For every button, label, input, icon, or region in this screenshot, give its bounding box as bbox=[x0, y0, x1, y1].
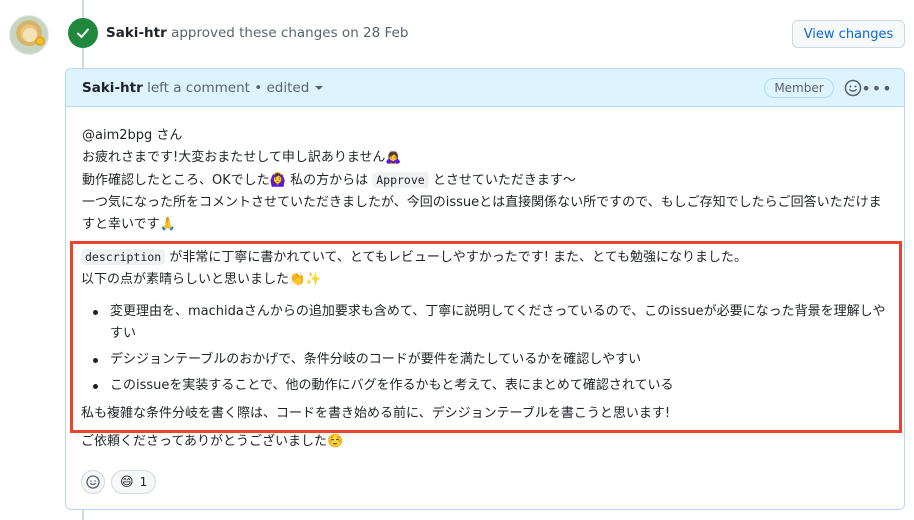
body-line-3: 一つ気になった所をコメントさせていただきましたが、今回のissueとは直接関係な… bbox=[82, 195, 882, 232]
comment-header: Saki-htr left a comment • edited Member … bbox=[66, 69, 904, 107]
highlighted-section: description が非常に丁寧に書かれていて、とてもレビューしやすかったで… bbox=[81, 246, 893, 425]
inline-code-approve: Approve bbox=[372, 172, 429, 188]
comment-author: Saki-htr left a comment • edited bbox=[82, 80, 324, 96]
highlight-line-2: 以下の点が素晴らしいと思いました👏✨ bbox=[81, 272, 322, 287]
inline-code-description: description bbox=[81, 249, 166, 265]
bullet-list: 変更理由を、machidaさんからの追加要求も含めて、丁寧に説明してくださってい… bbox=[81, 301, 893, 397]
body-line-2: 動作確認したところ、OKでした🙆‍♀️ 私の方からは Approve とさせてい… bbox=[82, 169, 894, 192]
comment-meta[interactable]: left a comment • edited bbox=[147, 80, 309, 96]
highlight-line-1: description が非常に丁寧に書かれていて、とてもレビューしやすかったで… bbox=[81, 246, 893, 269]
member-badge: Member bbox=[764, 78, 834, 98]
approval-text: approved these changes on 28 Feb bbox=[171, 25, 409, 41]
smiley-icon[interactable] bbox=[843, 78, 863, 98]
check-icon bbox=[68, 18, 98, 48]
approval-event: Saki-htr approved these changes on 28 Fe… bbox=[106, 25, 408, 41]
list-item: デシジョンテーブルのおかげで、条件分岐のコードが要件を満たしているかを確認しやす… bbox=[81, 349, 893, 371]
approver-username[interactable]: Saki-htr bbox=[106, 25, 167, 41]
reaction-smile[interactable]: 😄 1 bbox=[111, 470, 157, 494]
view-changes-button[interactable]: View changes bbox=[792, 20, 905, 48]
body-line-2-tail: とさせていただきます〜 bbox=[432, 173, 576, 188]
kebab-menu-icon[interactable]: ••• bbox=[861, 78, 891, 98]
body-line-1: お疲れさまです!大変おまたせして申し訳ありません🙇‍♀️ bbox=[82, 150, 402, 165]
final-line: ご依頼くださってありがとうございました☺️ bbox=[81, 434, 344, 449]
body-line-2-text: 動作確認したところ、OKでした🙆‍♀️ 私の方からは bbox=[82, 173, 369, 188]
greeting: @aim2bpg さん bbox=[82, 128, 183, 143]
reactions-bar: 😄 1 bbox=[81, 470, 157, 494]
smiley-add-icon[interactable] bbox=[81, 470, 105, 494]
list-item: 変更理由を、machidaさんからの追加要求も含めて、丁寧に説明してくださってい… bbox=[81, 301, 893, 345]
reaction-emoji: 😄 bbox=[120, 474, 134, 490]
chevron-down-icon[interactable] bbox=[315, 86, 324, 90]
avatar[interactable] bbox=[9, 15, 49, 55]
closing-line: 私も複雑な条件分岐を書く際は、コードを書き始める前に、デシジョンテーブルを書こう… bbox=[81, 406, 671, 421]
comment-username[interactable]: Saki-htr bbox=[82, 80, 143, 96]
reaction-count: 1 bbox=[139, 475, 148, 489]
comment-body: @aim2bpg さん お疲れさまです!大変おまたせして申し訳ありません🙇‍♀️… bbox=[82, 125, 894, 236]
list-item: このissueを実装することで、他の動作にバグを作るかもと考えて、表にまとめて確… bbox=[81, 375, 893, 397]
highlight-line-1-text: が非常に丁寧に書かれていて、とてもレビューしやすかったです! また、とても勉強に… bbox=[169, 250, 748, 265]
avatar-flower bbox=[35, 36, 45, 46]
